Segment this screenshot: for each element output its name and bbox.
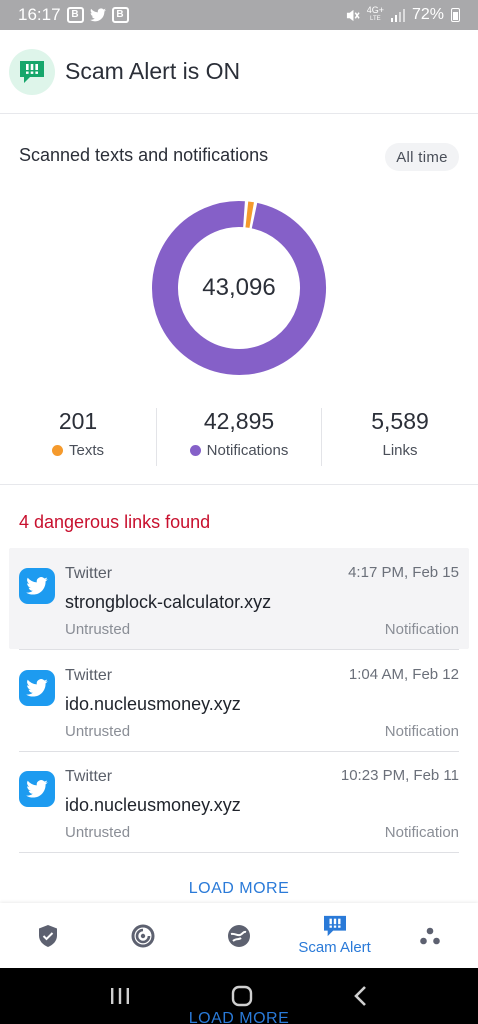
- alert-item[interactable]: Twitter 1:04 AM, Feb 12 ido.nucleusmoney…: [9, 650, 469, 751]
- app-header: Scam Alert is ON: [0, 30, 478, 114]
- signal-icon: [390, 8, 405, 22]
- alert-trust: Untrusted: [65, 621, 131, 638]
- alert-source: Twitter: [65, 768, 113, 785]
- alert-message-icon: [9, 48, 55, 95]
- alert-item[interactable]: Twitter 10:23 PM, Feb 11 ido.nucleusmone…: [9, 751, 469, 852]
- status-right: 4G+ LTE 72%: [345, 6, 460, 24]
- stat-texts-label: Texts: [68, 442, 104, 459]
- nav-security-check[interactable]: [96, 903, 192, 968]
- screen: 16:17 B B 4G+ LTE 72% Scam Alert is ON S…: [0, 0, 478, 1024]
- battery-icon: [451, 8, 460, 22]
- alert-domain: ido.nucleusmoney.xyz: [65, 694, 241, 714]
- notification-box-icon: B: [66, 7, 84, 23]
- stat-links-label: Links: [382, 442, 418, 459]
- status-time: 16:17: [18, 5, 61, 24]
- stat-texts: 201 Texts: [0, 408, 156, 468]
- alert-domain: strongblock-calculator.xyz: [65, 592, 272, 612]
- home-icon[interactable]: [230, 984, 254, 1008]
- nav-web-protection[interactable]: [191, 903, 287, 968]
- alert-trust: Untrusted: [65, 824, 131, 841]
- status-left: 16:17 B B: [18, 5, 129, 25]
- page-title: Scam Alert is ON: [65, 58, 241, 84]
- alert-source: Twitter: [65, 565, 113, 582]
- nav-more[interactable]: [382, 903, 478, 968]
- mute-icon: [346, 9, 360, 21]
- stat-links-label-row: Links: [382, 442, 417, 459]
- section-divider: [0, 484, 478, 485]
- battery-percent: 72%: [411, 6, 444, 23]
- shield-check-icon: [38, 924, 57, 947]
- alert-kind: Notification: [384, 621, 459, 638]
- twitter-icon: [19, 568, 55, 604]
- recents-icon[interactable]: [109, 986, 131, 1006]
- stat-texts-value: 201: [58, 408, 98, 434]
- b-box-icon: B: [111, 7, 129, 23]
- stats-row: 201 Texts 42,895 Notifications 5,589 Lin…: [0, 408, 478, 468]
- alert-time: 4:17 PM, Feb 15: [348, 564, 459, 581]
- nav-scam-alert[interactable]: Scam Alert: [287, 903, 383, 968]
- dangerous-links-title: 4 dangerous links found: [19, 512, 211, 532]
- security-check-icon: [131, 924, 155, 947]
- scam-alert-icon: [323, 915, 346, 937]
- summary-title: Scanned texts and notifications: [19, 145, 269, 165]
- alert-item[interactable]: Twitter 4:17 PM, Feb 15 strongblock-calc…: [9, 548, 469, 649]
- twitter-icon: [19, 670, 55, 706]
- twitter-icon: [19, 771, 55, 807]
- web-protection-icon: [227, 924, 250, 947]
- stat-notifications-label-row: Notifications: [189, 442, 289, 459]
- stat-notifications-value: 42,895: [203, 408, 275, 434]
- stat-links-value: 5,589: [371, 408, 429, 434]
- alert-domain: ido.nucleusmoney.xyz: [65, 795, 241, 815]
- texts-dot: [51, 445, 63, 456]
- alert-kind: Notification: [384, 723, 459, 740]
- nav-scam-alert-label: Scam Alert: [298, 939, 371, 956]
- bottom-nav: Scam Alert: [0, 903, 478, 968]
- alert-time: 10:23 PM, Feb 11: [340, 767, 459, 784]
- alert-trust: Untrusted: [65, 723, 131, 740]
- stat-notifications-label: Notifications: [206, 442, 289, 459]
- twitter-icon: [89, 8, 106, 22]
- alert-kind: Notification: [384, 824, 459, 841]
- more-dots-icon: [420, 927, 440, 944]
- alert-source: Twitter: [65, 667, 113, 684]
- back-icon[interactable]: [353, 985, 369, 1007]
- load-more-button[interactable]: LOAD MORE: [0, 880, 478, 898]
- network-bottom: LTE: [370, 16, 381, 22]
- status-bar: 16:17 B B 4G+ LTE 72%: [0, 0, 478, 30]
- alert-time: 1:04 AM, Feb 12: [348, 666, 459, 683]
- nav-protection[interactable]: [0, 903, 96, 968]
- donut-slice-texts: [245, 201, 254, 228]
- stat-notifications: 42,895 Notifications: [157, 408, 321, 468]
- donut-total: 43,096: [202, 274, 276, 301]
- stat-texts-label-row: Texts: [51, 442, 104, 459]
- time-range-chip[interactable]: All time: [385, 143, 459, 171]
- network-type: 4G+ LTE: [367, 6, 384, 24]
- network-top: 4G+: [366, 5, 384, 15]
- stat-links: 5,589 Links: [322, 408, 478, 468]
- notifications-dot: [189, 445, 201, 456]
- list-divider: [19, 852, 459, 853]
- load-more-ghost: LOAD MORE: [188, 1010, 290, 1024]
